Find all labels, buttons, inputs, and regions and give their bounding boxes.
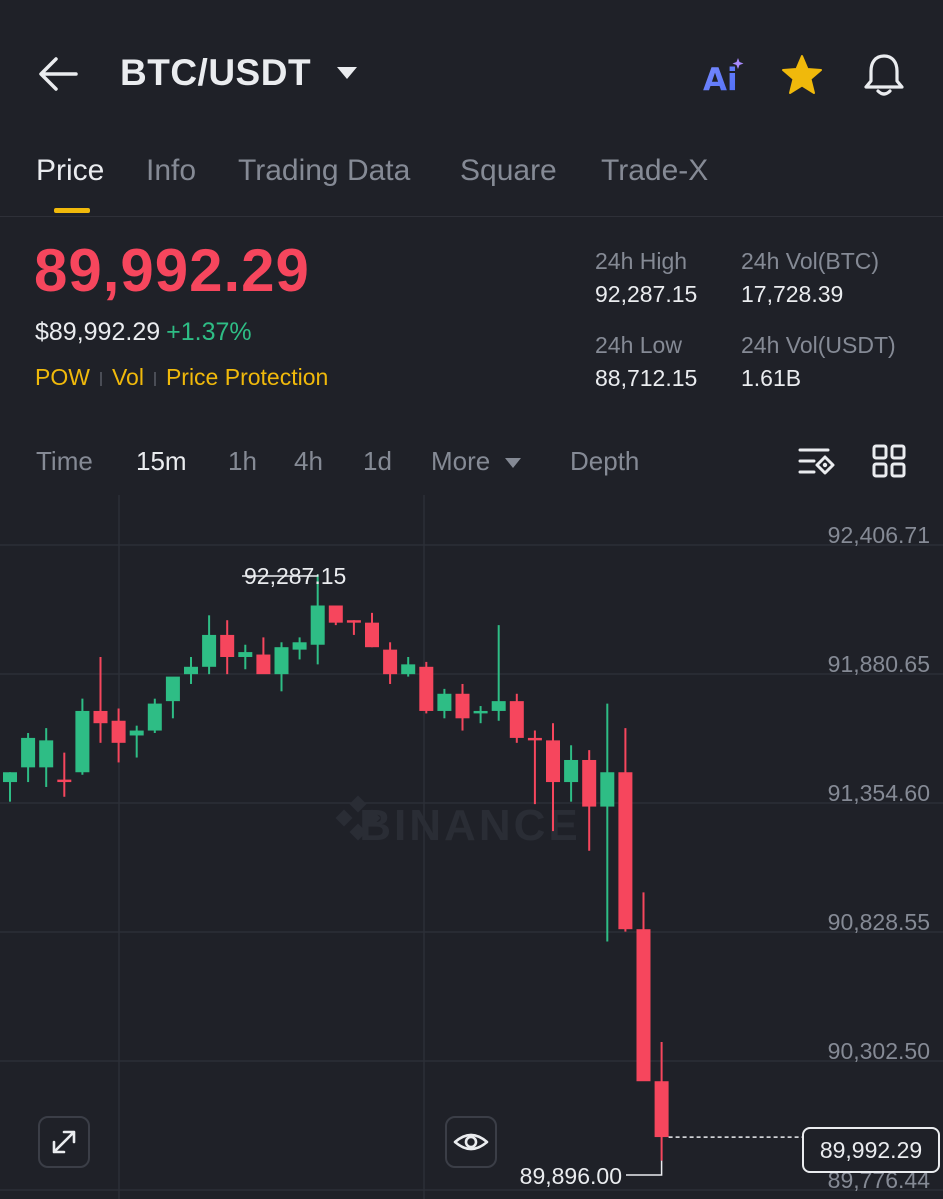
candle-body [93, 710, 108, 724]
fiat-price-row: $89,992.29 +1.37% [35, 318, 252, 347]
pair-title[interactable]: BTC/USDT [120, 52, 311, 94]
timeframe-15m[interactable]: 15m [136, 446, 187, 477]
y-tick-label: 91,354.60 [828, 780, 930, 806]
stat-low-value: 88,712.15 [595, 365, 698, 391]
active-tab-indicator [54, 208, 90, 213]
candle-body [346, 620, 361, 623]
candle-body [365, 622, 379, 648]
tag-divider [153, 371, 156, 386]
candle-body [238, 652, 253, 657]
tab-trading-data[interactable]: Trading Data [238, 154, 410, 188]
tag-price-protection[interactable]: Price Protection [166, 364, 328, 390]
timeframe-1h[interactable]: 1h [228, 446, 257, 477]
candle-body [75, 710, 90, 773]
candle-body [111, 720, 126, 743]
last-price: 89,992.29 [34, 237, 310, 304]
indicator-settings-icon[interactable] [798, 444, 836, 485]
ai-assistant-icon[interactable]: Ai [702, 56, 748, 98]
pair-dropdown-icon[interactable] [336, 66, 358, 80]
candle-body [455, 693, 470, 719]
candle-body [256, 654, 271, 675]
tab-trade-x[interactable]: Trade-X [601, 154, 708, 188]
candle-body [473, 710, 488, 714]
fiat-price: $89,992.29 [35, 318, 161, 346]
y-tick-label: 90,302.50 [828, 1038, 930, 1064]
candle-body [328, 605, 343, 623]
y-tick-label: 92,406.71 [828, 522, 930, 548]
candle-body [129, 730, 144, 736]
timeframe-1d[interactable]: 1d [363, 446, 392, 477]
candle-body [600, 772, 615, 807]
stat-low-label: 24h Low [595, 332, 682, 358]
candle-body [564, 759, 579, 783]
stat-high-value: 92,287.15 [595, 281, 698, 307]
candle-body [491, 701, 506, 711]
candle-body [165, 676, 180, 702]
ai-label: Ai [703, 62, 738, 96]
candle-body [618, 772, 633, 930]
stat-vol-btc-value: 17,728.39 [741, 281, 844, 307]
expand-icon [52, 1130, 76, 1154]
candle-body [383, 649, 398, 675]
candle-body [184, 666, 198, 675]
candle-body [509, 701, 524, 738]
candle-body [274, 647, 289, 675]
tag-divider [99, 371, 102, 386]
stat-vol-usdt-value: 1.61B [741, 365, 802, 391]
candle-body [292, 642, 307, 650]
last-price-marker: 89,992.29 [802, 1127, 940, 1173]
low-marker-line [626, 1160, 663, 1176]
tab-square[interactable]: Square [460, 154, 557, 188]
candle-body [57, 779, 72, 783]
tag-pow[interactable]: POW [35, 364, 90, 390]
candle-body [654, 1081, 669, 1138]
candle-body [220, 634, 235, 657]
y-tick-label: 90,828.55 [828, 909, 930, 935]
candle-body [401, 664, 416, 675]
timeframe-4h[interactable]: 4h [294, 446, 323, 477]
y-tick-label: 91,880.65 [828, 651, 930, 677]
price-change-percent: +1.37% [166, 318, 252, 346]
more-caret-icon[interactable] [504, 456, 522, 474]
tab-price[interactable]: Price [36, 154, 104, 188]
fullscreen-button[interactable] [38, 1116, 90, 1168]
timeframe-time[interactable]: Time [36, 446, 93, 477]
tab-info[interactable]: Info [146, 154, 196, 188]
eye-icon [453, 1133, 489, 1151]
candle-body [21, 737, 36, 768]
candle-body [310, 605, 325, 645]
candle-body [202, 634, 217, 667]
back-arrow-icon[interactable] [36, 54, 80, 94]
candle-body [527, 737, 542, 741]
tag-vol[interactable]: Vol [112, 364, 144, 390]
low-marker-label: 89,896.00 [520, 1163, 622, 1189]
notification-bell-icon[interactable] [862, 52, 906, 98]
candle-body [437, 693, 452, 711]
candle-body [419, 666, 434, 711]
tab-bar: Price Info Trading Data Square Trade-X [0, 150, 943, 217]
favorite-star-icon[interactable] [780, 54, 824, 96]
candle-body [546, 740, 560, 783]
stat-high-label: 24h High [595, 248, 688, 274]
tab-depth[interactable]: Depth [570, 446, 639, 477]
candle-body [3, 772, 17, 783]
stat-vol-usdt-label: 24h Vol(USDT) [741, 332, 896, 358]
candle-body [636, 929, 651, 1082]
high-marker-label: 92,287.15 [244, 563, 346, 589]
layout-grid-icon[interactable] [872, 444, 906, 483]
visibility-toggle-button[interactable] [445, 1116, 497, 1168]
candle-body [39, 740, 54, 768]
candle-body [582, 759, 597, 807]
tag-row: POW Vol Price Protection [35, 364, 328, 391]
binance-watermark: BINANCE [359, 801, 580, 850]
candlestick-chart[interactable]: 92,406.71 91,880.65 91,354.60 90,828.55 90,3… [0, 495, 943, 1199]
timeframe-more[interactable]: More [431, 446, 490, 477]
stat-vol-btc-label: 24h Vol(BTC) [741, 248, 880, 274]
candle-body [147, 703, 162, 731]
